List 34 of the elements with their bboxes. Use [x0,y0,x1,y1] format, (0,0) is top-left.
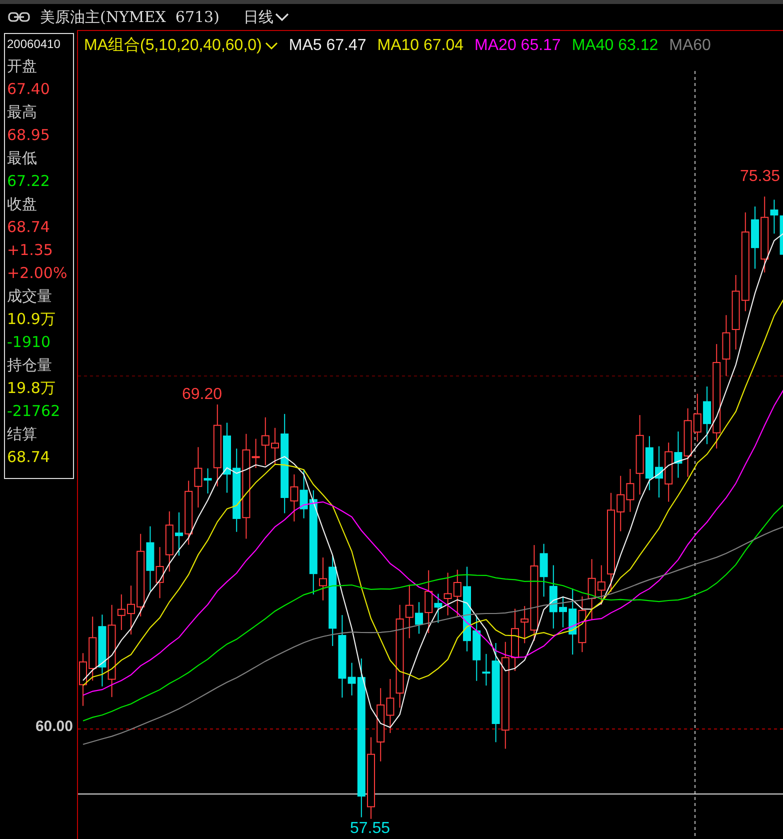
field-value: -1910 [7,332,52,353]
ma-value: MA20 65.17 [474,36,561,54]
ma-value: MA40 63.12 [572,36,658,54]
field-label: 结算 [7,424,38,445]
field-label: 最低 [7,148,38,169]
field-value: 67.40 [7,79,51,100]
field-label: 开盘 [7,56,38,77]
field-value: 68.95 [7,125,51,146]
price-mark: 57.55 [350,820,390,837]
field-value: +2.00% [7,263,68,284]
price-mark: 75.35 [740,168,780,185]
instrument-title: 美原油主(NYMEX 6713) [40,8,220,26]
field-label: 成交量 [7,286,53,307]
ma-value: MA60 [669,36,711,54]
ma-group-dropdown[interactable]: MA组合(5,10,20,40,60,0) [84,35,278,56]
price-axis-label: 60.00 [35,718,73,735]
field-label: 收盘 [7,194,38,215]
field-value: 10.9万 [7,309,56,330]
field-value: +1.35 [7,240,54,261]
chevron-down-icon [264,42,278,50]
ma-value: MA5 67.47 [288,36,366,54]
chevron-down-icon [275,12,290,22]
field-label: 持仓量 [7,355,53,376]
field-value: 68.74 [7,447,51,468]
period-dropdown[interactable]: 日线 [241,8,292,26]
price-mark: 69.20 [182,386,222,403]
date-text: 20060410 [7,37,62,53]
ma-value: MA10 67.04 [377,36,464,54]
field-value: 67.22 [7,171,51,192]
field-value: -21762 [7,401,62,422]
field-value: 68.74 [7,217,51,238]
link-icon[interactable] [8,12,30,22]
field-label: 最高 [7,102,38,123]
field-value: 19.8万 [7,378,56,399]
